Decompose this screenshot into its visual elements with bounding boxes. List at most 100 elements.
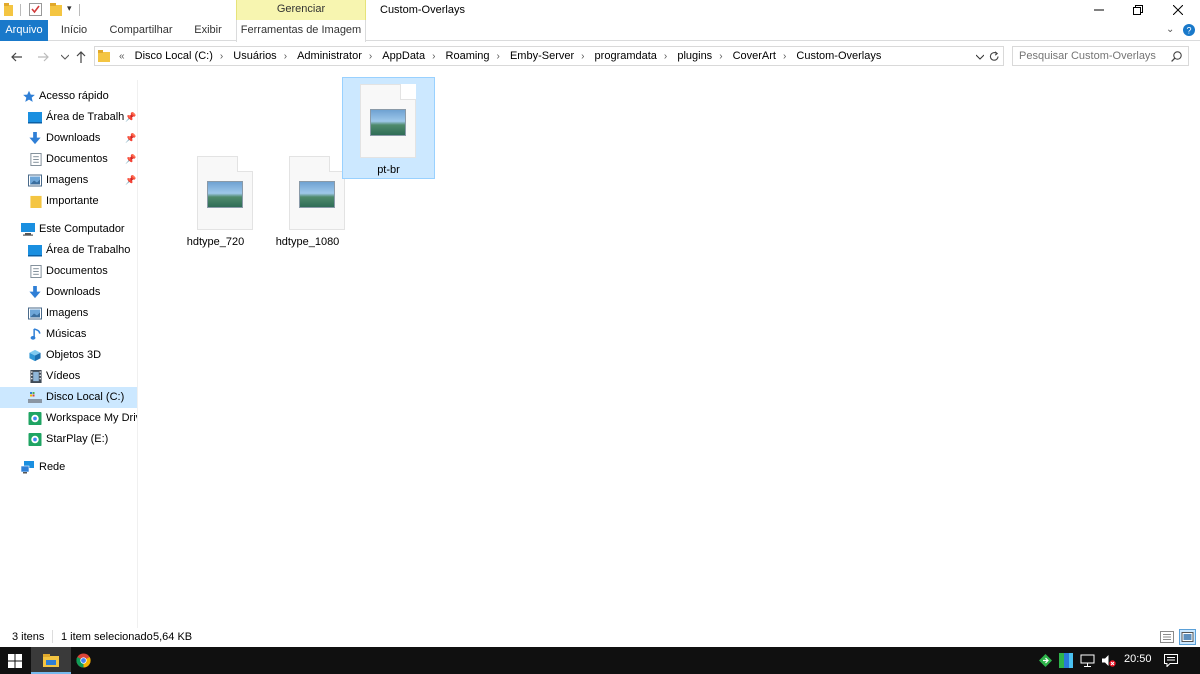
- nav-pc-workspace-drive[interactable]: Workspace My Drive: [0, 408, 138, 429]
- restore-button[interactable]: [1118, 0, 1158, 20]
- breadcrumb-item[interactable]: plugins: [674, 47, 715, 65]
- nav-label: Área de Trabalho: [46, 111, 124, 123]
- breadcrumb-item[interactable]: Usuários: [230, 47, 279, 65]
- close-button[interactable]: [1158, 0, 1198, 20]
- folder-icon[interactable]: [4, 3, 14, 16]
- chevron-right-icon[interactable]: ›: [660, 48, 671, 66]
- address-history-dropdown[interactable]: [973, 48, 987, 64]
- file-item-selected[interactable]: pt-br: [342, 77, 435, 179]
- help-icon[interactable]: ?: [1183, 24, 1195, 36]
- properties-icon[interactable]: [29, 3, 42, 16]
- star-icon: [23, 90, 35, 102]
- tab-exibir[interactable]: Exibir: [188, 20, 228, 41]
- taskbar-chrome[interactable]: [71, 647, 111, 674]
- restore-icon: [1133, 5, 1143, 15]
- pictures-icon: [28, 174, 42, 187]
- nav-pc-3d-objects[interactable]: Objetos 3D: [0, 345, 138, 366]
- nav-label: Objetos 3D: [46, 349, 102, 361]
- tab-ferramentas-de-imagem[interactable]: Ferramentas de Imagem: [236, 20, 366, 42]
- search-input[interactable]: [1019, 48, 1169, 64]
- nav-pc-documents[interactable]: Documentos: [0, 261, 138, 282]
- nav-pc-desktop[interactable]: Área de Trabalho: [0, 240, 138, 261]
- up-arrow-icon: [76, 51, 86, 63]
- clock[interactable]: 20:50: [1124, 653, 1152, 665]
- image-file-icon: [360, 84, 416, 158]
- breadcrumb-item[interactable]: Emby-Server: [507, 47, 577, 65]
- nav-pc-downloads[interactable]: Downloads: [0, 282, 138, 303]
- up-button[interactable]: [72, 48, 90, 66]
- nav-label: Imagens: [46, 307, 89, 319]
- volume-muted-icon[interactable]: [1101, 654, 1116, 667]
- breadcrumb-item[interactable]: Disco Local (C:): [132, 47, 216, 65]
- breadcrumb-item[interactable]: Administrator: [294, 47, 365, 65]
- pin-icon[interactable]: 📌: [125, 170, 136, 191]
- search-icon[interactable]: [1171, 51, 1182, 62]
- nav-quick-documents[interactable]: Documentos 📌: [0, 149, 138, 170]
- nav-quick-downloads[interactable]: Downloads 📌: [0, 128, 138, 149]
- back-button[interactable]: [8, 48, 26, 66]
- nav-this-pc[interactable]: Este Computador: [0, 219, 138, 240]
- network-status-icon[interactable]: [1080, 654, 1095, 667]
- nav-pc-videos[interactable]: Vídeos: [0, 366, 138, 387]
- breadcrumb-item[interactable]: programdata: [592, 47, 660, 65]
- music-note-icon: [30, 328, 41, 340]
- tab-compartilhar[interactable]: Compartilhar: [104, 20, 178, 41]
- pin-icon[interactable]: 📌: [125, 107, 136, 128]
- minimize-button[interactable]: [1079, 0, 1119, 20]
- nav-quick-importante[interactable]: Importante: [0, 191, 138, 212]
- nav-label: Documentos: [46, 153, 108, 165]
- breadcrumb-item[interactable]: AppData: [379, 47, 428, 65]
- address-bar[interactable]: « Disco Local (C:) › Usuários › Administra…: [94, 46, 1004, 66]
- file-item[interactable]: hdtype_720: [169, 149, 262, 251]
- document-icon: [30, 265, 42, 278]
- breadcrumb-overflow[interactable]: «: [115, 48, 129, 66]
- nav-label: Área de Trabalho: [46, 244, 131, 256]
- nav-quick-desktop[interactable]: Área de Trabalho 📌: [0, 107, 138, 128]
- nav-pc-music[interactable]: Músicas: [0, 324, 138, 345]
- expand-ribbon-icon[interactable]: ⌄: [1166, 24, 1174, 35]
- refresh-button[interactable]: [988, 48, 1002, 64]
- chevron-right-icon[interactable]: ›: [365, 48, 376, 66]
- chevron-right-icon[interactable]: ›: [577, 48, 588, 66]
- file-item[interactable]: hdtype_1080: [261, 149, 354, 251]
- tray-app-icon[interactable]: [1059, 653, 1073, 668]
- chevron-right-icon[interactable]: ›: [280, 48, 291, 66]
- title-bar: ▾ Gerenciar Custom-Overlays: [0, 0, 1200, 20]
- nav-label: Disco Local (C:): [46, 391, 125, 403]
- qat-customize-icon[interactable]: ▾: [67, 3, 72, 14]
- nav-pc-pictures[interactable]: Imagens: [0, 303, 138, 324]
- chevron-right-icon[interactable]: ›: [493, 48, 504, 66]
- breadcrumb-item[interactable]: Roaming: [443, 47, 493, 65]
- nav-label: Músicas: [46, 328, 87, 340]
- nav-network[interactable]: Rede: [0, 457, 138, 478]
- tab-arquivo[interactable]: Arquivo: [0, 20, 48, 41]
- chevron-right-icon[interactable]: ›: [428, 48, 439, 66]
- large-icons-view-icon[interactable]: [1179, 629, 1196, 645]
- breadcrumb-item[interactable]: CoverArt: [730, 47, 779, 65]
- tab-inicio[interactable]: Início: [54, 20, 94, 41]
- nav-quick-access[interactable]: Acesso rápido: [0, 86, 138, 107]
- status-divider: [52, 630, 53, 643]
- chevron-right-icon[interactable]: ›: [779, 48, 790, 66]
- details-view-icon[interactable]: [1160, 631, 1174, 643]
- file-explorer-icon: [43, 654, 59, 667]
- tray-app-icon[interactable]: [1039, 654, 1052, 667]
- refresh-icon: [989, 51, 999, 61]
- nav-pc-local-disk[interactable]: Disco Local (C:): [0, 387, 137, 408]
- pin-icon[interactable]: 📌: [125, 149, 136, 170]
- cube-3d-icon: [29, 349, 41, 362]
- nav-quick-pictures[interactable]: Imagens 📌: [0, 170, 138, 191]
- search-box[interactable]: [1012, 46, 1189, 66]
- chevron-right-icon[interactable]: ›: [715, 48, 726, 66]
- file-name: pt-br: [377, 164, 400, 176]
- nav-pc-starplay[interactable]: StarPlay (E:): [0, 429, 138, 450]
- qat-divider: [79, 4, 80, 16]
- new-folder-icon[interactable]: [50, 3, 63, 16]
- forward-button[interactable]: [34, 48, 52, 66]
- taskbar-file-explorer[interactable]: [31, 647, 71, 674]
- chevron-right-icon[interactable]: ›: [216, 48, 227, 66]
- action-center-icon[interactable]: [1164, 654, 1178, 667]
- pin-icon[interactable]: 📌: [125, 128, 136, 149]
- windows-start-icon[interactable]: [8, 654, 22, 668]
- breadcrumb-item[interactable]: Custom-Overlays: [793, 47, 884, 65]
